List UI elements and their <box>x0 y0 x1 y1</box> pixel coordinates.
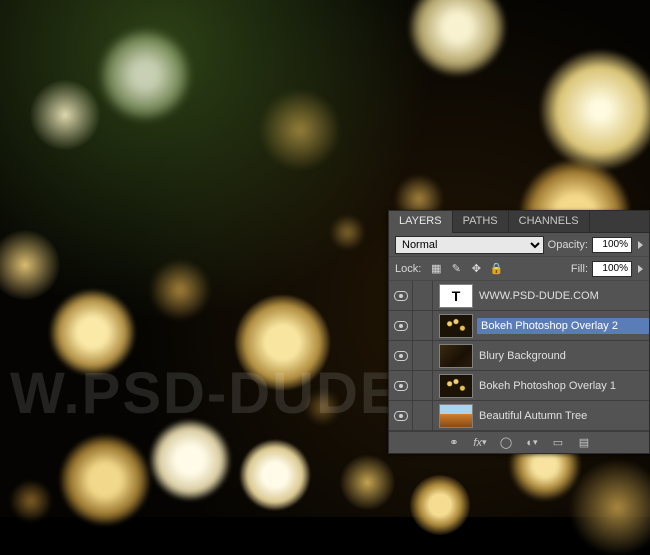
lock-fill-row: Lock: ▦ ✎ ✥ 🔒 Fill: 100% <box>389 257 649 281</box>
panel-footer: ⚭ fx▾ ◯ ◐▾ ▭ ▤ <box>389 431 649 453</box>
layer-thumbnail[interactable]: T <box>439 284 473 308</box>
tab-layers[interactable]: LAYERS <box>389 211 453 233</box>
panel-tabs: LAYERS PATHS CHANNELS <box>389 211 649 233</box>
lock-pixels-icon[interactable]: ✎ <box>449 262 463 276</box>
opacity-label: Opacity: <box>548 239 588 251</box>
visibility-icon[interactable] <box>394 291 408 301</box>
layer-row[interactable]: Bokeh Photoshop Overlay 1 <box>389 371 649 401</box>
lock-position-icon[interactable]: ✥ <box>469 262 483 276</box>
bokeh-circle <box>50 290 135 375</box>
layer-name[interactable]: WWW.PSD-DUDE.COM <box>477 290 649 302</box>
layer-row[interactable]: Beautiful Autumn Tree <box>389 401 649 431</box>
lock-transparency-icon[interactable]: ▦ <box>429 262 443 276</box>
bokeh-circle <box>100 30 190 120</box>
bokeh-circle <box>0 230 60 300</box>
fill-flyout-icon[interactable] <box>638 265 643 273</box>
visibility-icon[interactable] <box>394 351 408 361</box>
layer-mask-icon[interactable]: ◯ <box>498 436 514 450</box>
bokeh-circle <box>340 455 395 510</box>
visibility-icon[interactable] <box>394 381 408 391</box>
visibility-icon[interactable] <box>394 411 408 421</box>
bokeh-circle <box>150 420 230 500</box>
layers-panel: LAYERS PATHS CHANNELS Normal Opacity: 10… <box>388 210 650 454</box>
fill-label: Fill: <box>571 263 588 275</box>
bokeh-circle <box>30 80 100 150</box>
layer-thumbnail[interactable] <box>439 404 473 428</box>
layer-name[interactable]: Bokeh Photoshop Overlay 1 <box>477 380 649 392</box>
tab-channels[interactable]: CHANNELS <box>509 211 590 233</box>
layer-thumbnail[interactable] <box>439 344 473 368</box>
layers-list: T WWW.PSD-DUDE.COM Bokeh Photoshop Overl… <box>389 281 649 431</box>
bokeh-circle <box>305 390 340 425</box>
fx-icon[interactable]: fx▾ <box>472 436 488 450</box>
blend-opacity-row: Normal Opacity: 100% <box>389 233 649 257</box>
new-layer-icon[interactable]: ▤ <box>576 436 592 450</box>
bokeh-circle <box>410 475 470 535</box>
fill-input[interactable]: 100% <box>592 261 632 277</box>
lock-all-icon[interactable]: 🔒 <box>489 262 503 276</box>
blend-mode-select[interactable]: Normal <box>395 236 544 254</box>
layer-group-icon[interactable]: ▭ <box>550 436 566 450</box>
layer-row[interactable]: Bokeh Photoshop Overlay 2 <box>389 311 649 341</box>
bokeh-circle <box>540 50 650 170</box>
layer-name[interactable]: Bokeh Photoshop Overlay 2 <box>477 318 649 334</box>
visibility-icon[interactable] <box>394 321 408 331</box>
layer-thumbnail[interactable] <box>439 374 473 398</box>
tab-paths[interactable]: PATHS <box>453 211 509 233</box>
layer-row[interactable]: Blury Background <box>389 341 649 371</box>
layer-name[interactable]: Blury Background <box>477 350 649 362</box>
adjustment-layer-icon[interactable]: ◐▾ <box>524 436 540 450</box>
layer-row[interactable]: T WWW.PSD-DUDE.COM <box>389 281 649 311</box>
opacity-input[interactable]: 100% <box>592 237 632 253</box>
bokeh-circle <box>570 460 650 555</box>
bokeh-circle <box>60 435 150 525</box>
bokeh-circle <box>150 260 210 320</box>
bokeh-circle <box>260 90 340 170</box>
lock-label: Lock: <box>395 263 421 275</box>
layer-thumbnail[interactable] <box>439 314 473 338</box>
bokeh-circle <box>235 295 330 390</box>
bokeh-circle <box>10 480 52 522</box>
opacity-flyout-icon[interactable] <box>638 241 643 249</box>
bokeh-circle <box>240 440 310 510</box>
bokeh-circle <box>410 0 505 75</box>
layer-name[interactable]: Beautiful Autumn Tree <box>477 410 649 422</box>
bokeh-circle <box>330 215 365 250</box>
link-layers-icon[interactable]: ⚭ <box>446 436 462 450</box>
